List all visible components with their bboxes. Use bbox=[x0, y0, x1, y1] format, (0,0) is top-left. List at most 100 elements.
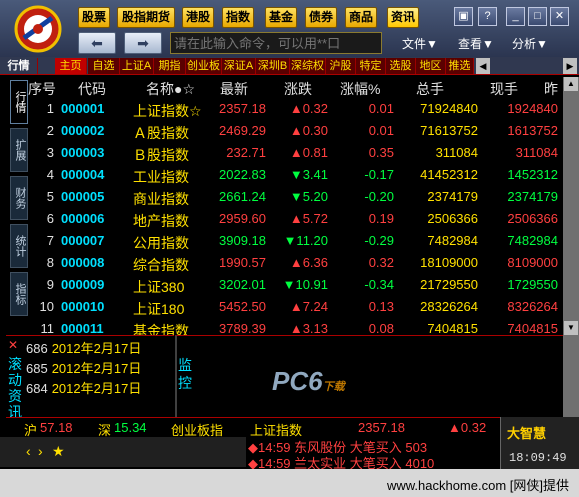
current-volume: 311084 bbox=[515, 145, 558, 160]
tab-watchlist[interactable]: 自选 bbox=[88, 58, 120, 74]
tab-screener[interactable]: 选股 bbox=[386, 58, 416, 74]
maximize-button[interactable]: □ bbox=[528, 7, 547, 26]
side-tab-statistics[interactable]: 统计 bbox=[10, 224, 28, 268]
tab-custom[interactable]: 特定 bbox=[356, 58, 386, 74]
top-toolbar: 股票 股指期货 港股 指数 基金 债券 商品 资讯 ▣ ? _ □ ✕ ⬅ ➡ … bbox=[0, 0, 579, 57]
column-header-code[interactable]: 代码 bbox=[78, 79, 106, 99]
table-row[interactable]: 6 000006 地产指数 2959.60 ▲5.72 0.19 2506366 250636… bbox=[28, 209, 563, 231]
stock-name: Ｂ股指数 bbox=[133, 147, 189, 163]
column-header-change-pct[interactable]: 涨幅% bbox=[340, 79, 380, 99]
last-price: 5452.50 bbox=[219, 299, 266, 314]
scroll-up-icon[interactable]: ▲ bbox=[564, 77, 578, 91]
prev-icon[interactable]: ‹ bbox=[26, 443, 31, 459]
tab-sz-a[interactable]: 深证A bbox=[222, 58, 256, 74]
column-header-last[interactable]: 最新 bbox=[220, 79, 248, 99]
news-alert[interactable]: ◆14:59 东风股份 大笔买入 503 bbox=[248, 437, 427, 455]
table-row[interactable]: 7 000007 公用指数 3909.18 ▼11.20 -0.29 7482984 7482… bbox=[28, 231, 563, 253]
current-volume: 1452312 bbox=[507, 167, 558, 182]
tab-scroll-left-icon[interactable]: ◀ bbox=[476, 58, 490, 74]
ticker-change: ▲0.32 bbox=[448, 420, 487, 435]
tab-home[interactable]: 主页 bbox=[55, 58, 87, 74]
quick-button-commodity[interactable]: 商品 bbox=[345, 7, 377, 28]
table-row[interactable]: 2 000002 Ａ股指数 2469.29 ▲0.30 0.01 71613752 16137… bbox=[28, 121, 563, 143]
table-row[interactable]: 3 000003 Ｂ股指数 232.71 ▲0.81 0.35 311084 311084 bbox=[28, 143, 563, 165]
table-row[interactable]: 9 000009 上证380 3202.01 ▼10.91 -0.34 21729550 17… bbox=[28, 275, 563, 297]
stock-name: Ａ股指数 bbox=[133, 125, 189, 141]
scroll-news-item[interactable]: 686 2012年2月17日 bbox=[26, 338, 141, 358]
back-arrow-icon[interactable]: ⬅ bbox=[78, 32, 116, 54]
monitor-icon[interactable]: ▣ bbox=[454, 7, 473, 26]
tab-quotes[interactable]: 行情 bbox=[0, 58, 38, 74]
forward-arrow-icon[interactable]: ➡ bbox=[124, 32, 162, 54]
row-number: 9 bbox=[46, 277, 54, 292]
tab-sz-b[interactable]: 深圳B bbox=[256, 58, 290, 74]
tab-chinext[interactable]: 创业板 bbox=[186, 58, 222, 74]
change-pct: -0.34 bbox=[364, 277, 394, 292]
news-alert[interactable]: ◆14:59 兰太实业 大笔买入 4010 bbox=[248, 453, 434, 471]
change-pct: -0.29 bbox=[364, 233, 394, 248]
table-row[interactable]: 11 000011 基金指数 3789.39 ▲3.13 0.08 7404815 74048… bbox=[28, 319, 563, 335]
scroll-down-icon[interactable]: ▼ bbox=[564, 321, 578, 335]
footer-text: www.hackhome.com [网侠]提供 bbox=[386, 478, 569, 493]
next-icon[interactable]: › bbox=[38, 443, 43, 459]
quick-button-news[interactable]: 资讯 bbox=[387, 7, 419, 28]
quick-button-hk-stocks[interactable]: 港股 bbox=[182, 7, 214, 28]
tab-scroll-right-icon[interactable]: ▶ bbox=[563, 58, 577, 74]
last-price: 1990.57 bbox=[219, 255, 266, 270]
scroll-news-item[interactable]: 684 2012年2月17日 bbox=[26, 378, 141, 398]
close-icon[interactable]: ✕ bbox=[8, 338, 18, 352]
last-price: 2959.60 bbox=[219, 211, 266, 226]
tab-futures[interactable]: 期指 bbox=[154, 58, 186, 74]
side-tab-indicators[interactable]: 指标 bbox=[10, 272, 28, 316]
row-number: 11 bbox=[40, 321, 55, 335]
quick-button-stocks[interactable]: 股票 bbox=[78, 7, 110, 28]
column-header-change[interactable]: 涨跌 bbox=[284, 79, 312, 99]
column-header-volume[interactable]: 总手 bbox=[416, 79, 444, 99]
quick-button-fund[interactable]: 基金 bbox=[265, 7, 297, 28]
app-window: 股票 股指期货 港股 指数 基金 债券 商品 资讯 ▣ ? _ □ ✕ ⬅ ➡ … bbox=[0, 0, 579, 497]
stock-code: 000004 bbox=[61, 167, 105, 182]
tab-sz-composite[interactable]: 深综权 bbox=[290, 58, 326, 74]
tab-sh-a[interactable]: 上证A bbox=[120, 58, 154, 74]
table-scrollbar[interactable]: ▲ ▼ bbox=[563, 77, 579, 335]
change-pct: -0.17 bbox=[364, 167, 394, 182]
column-header-index[interactable]: 序号 bbox=[28, 79, 56, 99]
menu-view[interactable]: 查看▼ bbox=[458, 35, 494, 52]
star-icon[interactable]: ★ bbox=[52, 443, 65, 460]
current-volume: 8109000 bbox=[507, 255, 558, 270]
quick-button-index-futures[interactable]: 股指期货 bbox=[117, 7, 175, 28]
table-row[interactable]: 4 000004 工业指数 2022.83 ▼3.41 -0.17 41452312 1452… bbox=[28, 165, 563, 187]
sz-value: 15.34 bbox=[114, 420, 147, 435]
stock-code: 000007 bbox=[61, 233, 105, 248]
stock-code: 000003 bbox=[61, 145, 105, 160]
stock-name: 工业指数 bbox=[133, 169, 189, 185]
quick-button-bond[interactable]: 债券 bbox=[305, 7, 337, 28]
news-date: 2012年2月17日 bbox=[51, 381, 142, 396]
help-icon[interactable]: ? bbox=[478, 7, 497, 26]
change-pct: 0.32 bbox=[368, 255, 394, 270]
table-row[interactable]: 10 000010 上证180 5452.50 ▲7.24 0.13 28326264 832… bbox=[28, 297, 563, 319]
column-header-prev-close[interactable]: 昨 bbox=[544, 79, 558, 99]
tab-picks[interactable]: 推选 bbox=[446, 58, 474, 74]
close-button[interactable]: ✕ bbox=[550, 7, 569, 26]
monitor-label: 监控 bbox=[178, 357, 192, 391]
column-header-name[interactable]: 名称●☆ bbox=[146, 79, 195, 99]
tab-region[interactable]: 地区 bbox=[416, 58, 446, 74]
table-row[interactable]: 5 000005 商业指数 2661.24 ▼5.20 -0.20 2374179 23741… bbox=[28, 187, 563, 209]
monitor-scrollbar[interactable] bbox=[563, 335, 579, 417]
total-volume: 2506366 bbox=[427, 211, 478, 226]
command-input[interactable] bbox=[170, 32, 382, 54]
tab-sh-stocks[interactable]: 沪股 bbox=[326, 58, 356, 74]
scroll-news-item[interactable]: 685 2012年2月17日 bbox=[26, 358, 141, 378]
app-logo-icon[interactable] bbox=[6, 4, 70, 54]
table-row[interactable]: 1 000001 上证指数☆ 2357.18 ▲0.32 0.01 71924840 1924… bbox=[28, 99, 563, 121]
menu-file[interactable]: 文件▼ bbox=[402, 35, 438, 52]
side-tab-quotes[interactable]: 行情 bbox=[10, 80, 28, 124]
minimize-button[interactable]: _ bbox=[506, 7, 525, 26]
column-header-current-volume[interactable]: 现手 bbox=[490, 79, 518, 99]
side-tab-finance[interactable]: 财务 bbox=[10, 176, 28, 220]
table-row[interactable]: 8 000008 综合指数 1990.57 ▲6.36 0.32 18109000 81090… bbox=[28, 253, 563, 275]
side-tab-extended[interactable]: 扩展 bbox=[10, 128, 28, 172]
quick-button-index[interactable]: 指数 bbox=[222, 7, 254, 28]
menu-analysis[interactable]: 分析▼ bbox=[512, 35, 548, 52]
